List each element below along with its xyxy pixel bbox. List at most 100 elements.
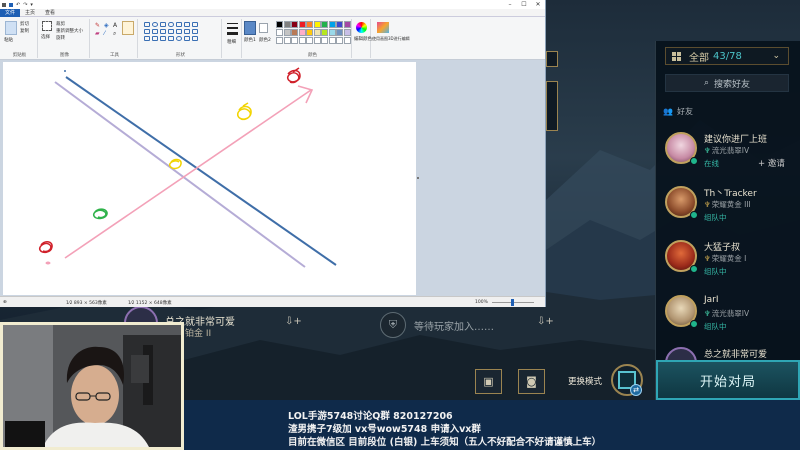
friend-item[interactable]: 大猛子叔 ♆荣耀黄金 I 组队中 bbox=[656, 236, 800, 288]
start-match-button[interactable]: 开始对局 bbox=[656, 360, 800, 400]
tab-home[interactable]: 主页 bbox=[20, 9, 40, 17]
bot-button[interactable]: ◙ bbox=[518, 369, 545, 394]
custom-color-swatch[interactable] bbox=[313, 37, 321, 44]
color-swatch[interactable] bbox=[313, 21, 321, 28]
paste-label[interactable]: 粘贴 bbox=[4, 37, 13, 43]
eraser-icon[interactable]: ▰ bbox=[95, 30, 100, 37]
color-swatch[interactable] bbox=[321, 21, 328, 28]
callout-oval-shape-icon[interactable] bbox=[176, 36, 182, 41]
color2-swatch[interactable] bbox=[259, 23, 268, 33]
fill-icon[interactable]: ◈ bbox=[104, 22, 109, 29]
paint3d-button[interactable]: 使用画图3D进行编辑 bbox=[372, 36, 410, 42]
color-swatch[interactable] bbox=[276, 21, 283, 28]
maximize-icon[interactable]: ☐ bbox=[517, 1, 531, 8]
friend-item[interactable]: 建议你进厂上班 ♆流光翡翠IV 在线 + 邀请 bbox=[656, 128, 800, 180]
color-swatch[interactable] bbox=[328, 29, 336, 36]
custom-color-swatch[interactable] bbox=[343, 37, 351, 44]
custom-color-swatch[interactable] bbox=[283, 37, 291, 44]
rounded-rect-shape-icon[interactable] bbox=[168, 22, 174, 27]
star4-shape-icon[interactable] bbox=[144, 36, 150, 41]
color-swatch[interactable] bbox=[343, 29, 351, 36]
custom-color-swatch[interactable] bbox=[298, 37, 306, 44]
custom-color-swatch[interactable] bbox=[328, 37, 336, 44]
close-icon[interactable]: ✕ bbox=[531, 1, 545, 8]
emote-button[interactable]: ▣ bbox=[475, 369, 502, 394]
friend-item[interactable]: Th丶Tracker ♆荣耀黄金 III 组队中 bbox=[656, 182, 800, 234]
cut-button[interactable]: 剪切 bbox=[20, 21, 29, 27]
edit-colors-button[interactable]: 编辑颜色 bbox=[354, 36, 372, 42]
magnifier-icon[interactable]: ⌕ bbox=[113, 30, 116, 38]
resize-button[interactable]: 重新调整大小 bbox=[56, 28, 83, 34]
side-panel-button[interactable] bbox=[546, 81, 558, 131]
rotate-button[interactable]: 旋转 bbox=[56, 35, 65, 41]
add-friend-icon[interactable]: ⇩+ bbox=[537, 316, 554, 327]
crop-button[interactable]: 裁剪 bbox=[56, 21, 65, 27]
color-swatch[interactable] bbox=[336, 21, 343, 28]
custom-color-swatch[interactable] bbox=[306, 37, 313, 44]
star6-shape-icon[interactable] bbox=[160, 36, 166, 41]
hexagon-shape-icon[interactable] bbox=[160, 29, 166, 34]
save-icon[interactable] bbox=[9, 2, 13, 7]
color-swatch[interactable] bbox=[328, 21, 336, 28]
color-swatch[interactable] bbox=[336, 29, 343, 36]
color-swatch[interactable] bbox=[306, 21, 313, 28]
callout-rect-shape-icon[interactable] bbox=[168, 36, 174, 41]
brush-icon[interactable] bbox=[122, 21, 134, 35]
drawing-canvas[interactable] bbox=[3, 62, 416, 295]
star5-shape-icon[interactable] bbox=[152, 36, 158, 41]
arrow-down-shape-icon[interactable] bbox=[192, 29, 198, 34]
custom-color-swatch[interactable] bbox=[276, 37, 283, 44]
color-swatch[interactable] bbox=[343, 21, 351, 28]
color-swatch[interactable] bbox=[313, 29, 321, 36]
custom-color-swatch[interactable] bbox=[336, 37, 343, 44]
pencil-icon[interactable]: ✎ bbox=[95, 22, 100, 29]
heart-shape-icon[interactable] bbox=[192, 36, 198, 41]
color-picker-icon[interactable]: ⁄ bbox=[104, 30, 105, 37]
tab-view[interactable]: 查看 bbox=[40, 9, 60, 17]
arrow-up-shape-icon[interactable] bbox=[184, 29, 190, 34]
color1-swatch[interactable] bbox=[244, 21, 256, 35]
paint3d-icon[interactable] bbox=[377, 22, 389, 33]
friend-filter-dropdown[interactable]: 全部 43/78 ⌄ bbox=[665, 47, 789, 65]
color-swatch[interactable] bbox=[283, 29, 291, 36]
custom-color-swatch[interactable] bbox=[321, 37, 328, 44]
color-swatch[interactable] bbox=[291, 29, 298, 36]
quest-icon[interactable] bbox=[546, 51, 558, 67]
redo-icon[interactable]: ↷ bbox=[23, 2, 27, 8]
invite-button[interactable]: + 邀请 bbox=[758, 157, 785, 169]
copy-button[interactable]: 复制 bbox=[20, 28, 29, 34]
color-swatch[interactable] bbox=[298, 21, 306, 28]
chevron-down-icon[interactable]: ▾ bbox=[30, 2, 33, 8]
cloud-shape-icon[interactable] bbox=[184, 36, 190, 41]
paste-icon[interactable] bbox=[5, 21, 17, 35]
zoom-slider-thumb[interactable] bbox=[511, 299, 514, 306]
select-icon[interactable] bbox=[42, 21, 52, 31]
line-shape-icon[interactable] bbox=[144, 22, 150, 27]
polygon-shape-icon[interactable] bbox=[176, 22, 182, 27]
color-swatch[interactable] bbox=[306, 29, 313, 36]
arrow-right-shape-icon[interactable] bbox=[168, 29, 174, 34]
color-wheel-icon[interactable] bbox=[356, 22, 367, 33]
friend-item[interactable]: JarI ♆流光翡翠IV 组队中 bbox=[656, 291, 800, 343]
select-button[interactable]: 选择 bbox=[41, 34, 50, 40]
rectangle-shape-icon[interactable] bbox=[160, 22, 166, 27]
color-swatch[interactable] bbox=[283, 21, 291, 28]
color2-label[interactable]: 颜色2 bbox=[259, 37, 271, 43]
text-icon[interactable]: A bbox=[113, 22, 117, 29]
color-swatch[interactable] bbox=[321, 29, 328, 36]
friend-search-button[interactable]: ⌕ 搜索好友 bbox=[665, 74, 789, 92]
custom-color-swatch[interactable] bbox=[291, 37, 298, 44]
tab-file[interactable]: 文件 bbox=[0, 8, 21, 17]
canvas-resize-handle[interactable] bbox=[417, 177, 419, 179]
size-button[interactable]: 粗细 bbox=[227, 39, 236, 45]
oval-shape-icon[interactable] bbox=[152, 22, 158, 27]
minimize-icon[interactable]: – bbox=[503, 1, 517, 8]
diamond-shape-icon[interactable] bbox=[144, 29, 150, 34]
color1-label[interactable]: 颜色1 bbox=[244, 37, 256, 43]
add-friend-icon[interactable]: ⇩+ bbox=[285, 316, 302, 327]
color-swatch[interactable] bbox=[276, 29, 283, 36]
arrow-left-shape-icon[interactable] bbox=[176, 29, 182, 34]
right-triangle-shape-icon[interactable] bbox=[192, 22, 198, 27]
undo-icon[interactable]: ↶ bbox=[16, 2, 20, 8]
pentagon-shape-icon[interactable] bbox=[152, 29, 158, 34]
